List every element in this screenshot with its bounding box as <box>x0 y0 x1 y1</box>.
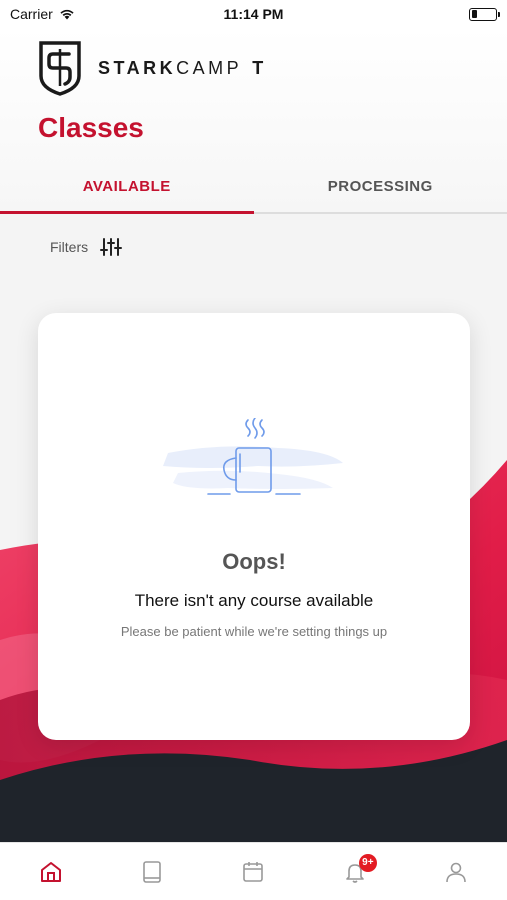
carrier-label: Carrier <box>10 6 53 22</box>
nav-courses[interactable] <box>122 847 182 897</box>
brand-name-part3: T <box>252 57 267 78</box>
home-icon <box>40 861 61 882</box>
coffee-mug-icon <box>163 418 343 495</box>
header: STARK CAMP T Classes AVAILABLE PROCESSIN… <box>0 28 507 214</box>
page-title: Classes <box>38 112 144 143</box>
sliders-icon <box>100 238 123 256</box>
book-icon <box>143 860 161 883</box>
brand-name-part2: CAMP <box>176 57 243 78</box>
empty-state-card: Oops! There isn't any course available P… <box>38 313 470 740</box>
wifi-icon <box>60 9 74 20</box>
bottom-nav: 9+ <box>0 842 507 900</box>
brand-logo: STARK CAMP T <box>38 40 267 96</box>
nav-notifications[interactable]: 9+ <box>325 847 385 897</box>
notification-badge: 9+ <box>358 853 377 872</box>
calendar-icon <box>243 861 264 882</box>
filters-label: Filters <box>50 239 89 255</box>
brand-name-part1: STARK <box>98 57 177 78</box>
status-left: Carrier <box>10 6 75 22</box>
tab-available[interactable]: AVAILABLE <box>0 168 254 214</box>
battery-icon <box>469 7 500 21</box>
empty-state-message: There isn't any course available <box>134 591 374 610</box>
status-bar: Carrier 11:14 PM <box>0 0 507 28</box>
filters-button[interactable]: Filters <box>50 237 123 257</box>
empty-state-subtitle: Please be patient while we're setting th… <box>120 624 388 639</box>
profile-icon <box>446 862 467 882</box>
nav-profile[interactable] <box>426 847 486 897</box>
tab-bar: AVAILABLE PROCESSING <box>0 168 507 214</box>
brand-name: STARK CAMP T <box>98 58 267 79</box>
tab-processing[interactable]: PROCESSING <box>254 168 507 212</box>
empty-state-title: Oops! <box>222 549 286 574</box>
nav-calendar[interactable] <box>223 847 283 897</box>
shield-logo-icon <box>39 41 81 96</box>
nav-home[interactable] <box>21 847 81 897</box>
status-time: 11:14 PM <box>223 6 284 22</box>
battery-level <box>471 10 478 18</box>
